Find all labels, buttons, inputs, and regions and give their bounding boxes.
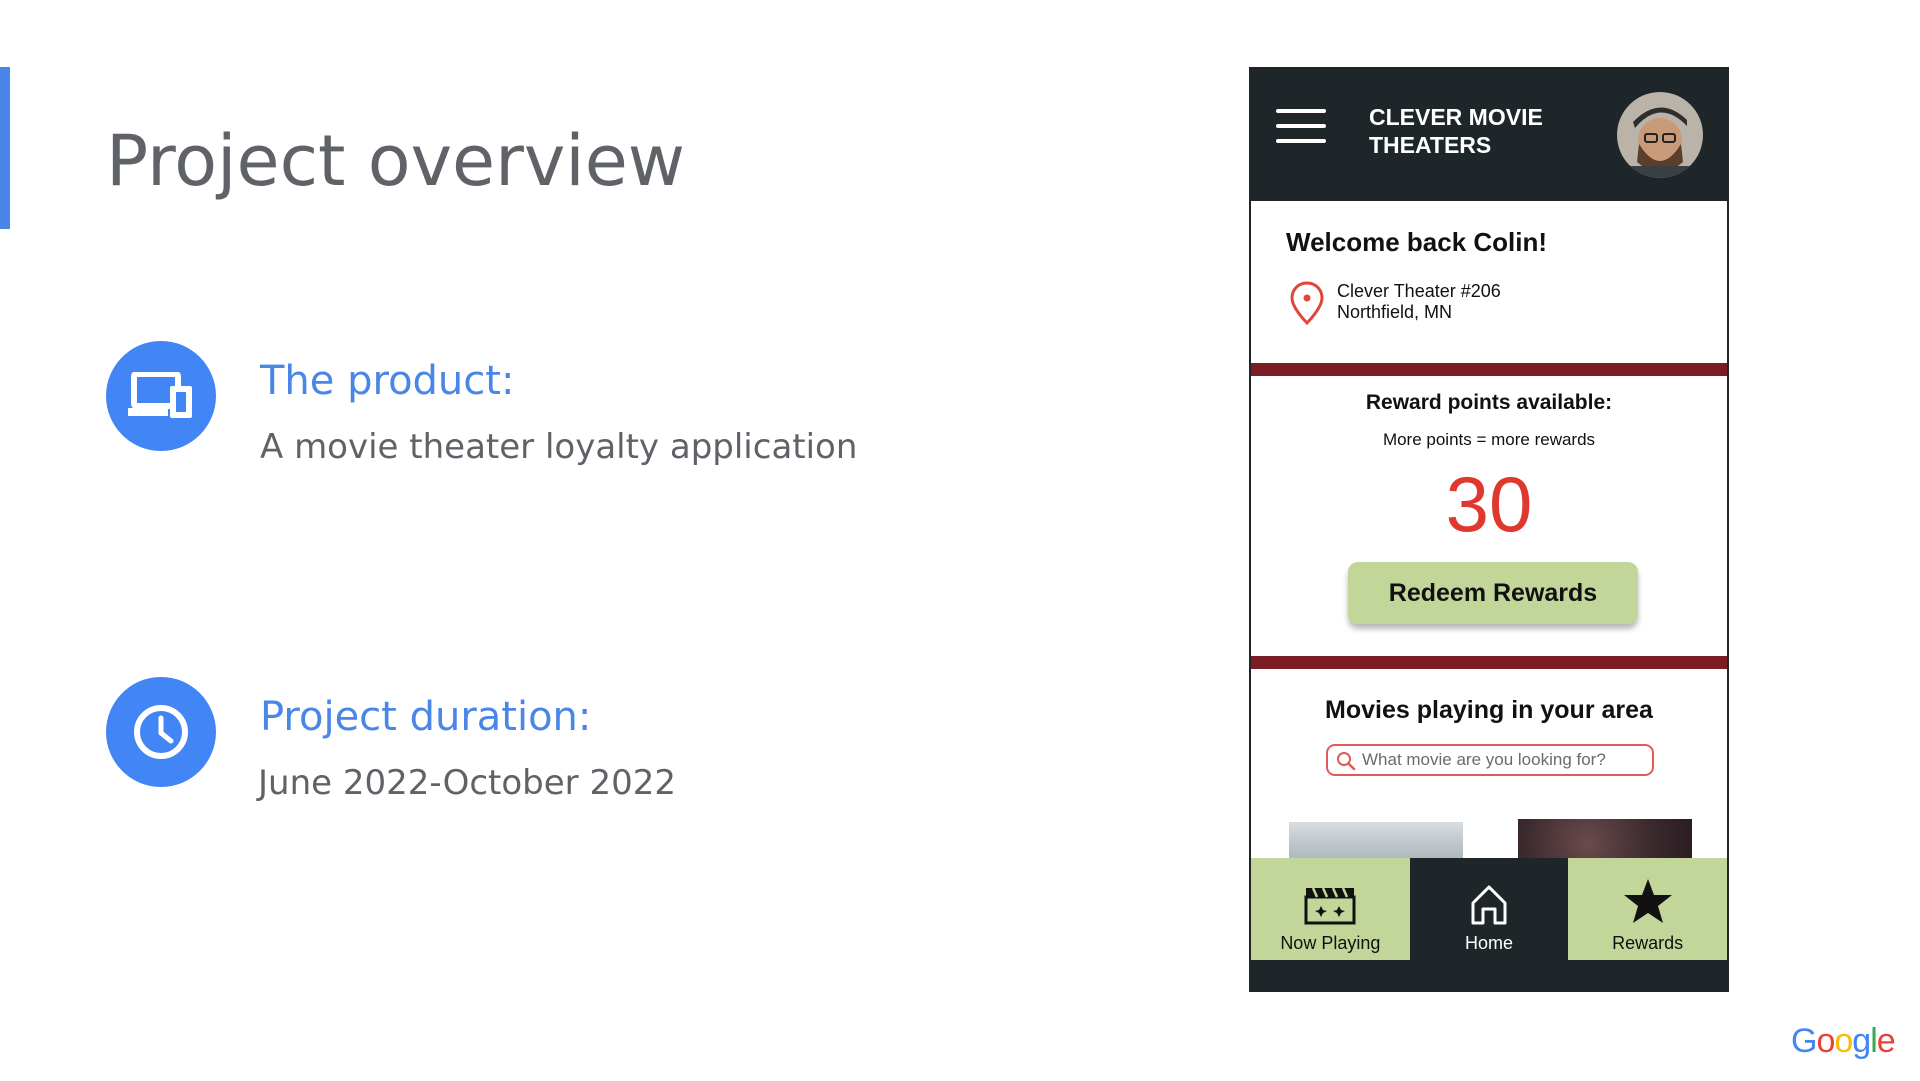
reward-subtitle: More points = more rewards <box>1382 430 1596 449</box>
location-pin-icon <box>1289 280 1325 330</box>
theater-name: Clever Theater #206 <box>1337 281 1501 301</box>
movie-poster[interactable] <box>1518 819 1692 859</box>
app-mockup: CLEVER MOVIE THEATERS Welcome back Colin… <box>1249 67 1729 992</box>
nav-now-playing[interactable]: Now Playing <box>1251 858 1410 960</box>
menu-icon[interactable] <box>1276 109 1326 143</box>
google-logo-letter: o <box>1816 1022 1835 1060</box>
home-icon <box>1471 885 1507 925</box>
section-divider <box>1251 656 1727 669</box>
clock-icon <box>106 677 216 787</box>
duration-description: June 2022-October 2022 <box>258 763 676 803</box>
points-value: 30 <box>1445 460 1533 548</box>
nav-home-label: Home <box>1465 933 1514 953</box>
nav-rewards[interactable]: Rewards <box>1568 858 1727 960</box>
app-footer-bar <box>1251 960 1727 990</box>
nav-rewards-label: Rewards <box>1612 933 1684 953</box>
avatar[interactable] <box>1617 92 1703 178</box>
movie-poster[interactable] <box>1289 822 1463 862</box>
welcome-text: Welcome back Colin! <box>1286 227 1548 257</box>
search-input[interactable] <box>1362 746 1647 774</box>
google-logo-letter: g <box>1852 1022 1871 1060</box>
bottom-nav: Now Playing Home Rewards <box>1251 858 1727 960</box>
duration-label: Project duration: <box>260 694 592 740</box>
devices-icon <box>106 341 216 451</box>
nav-now-playing-label: Now Playing <box>1280 933 1381 953</box>
nav-home[interactable]: Home <box>1409 858 1569 960</box>
app-title: CLEVER MOVIE THEATERS <box>1369 104 1543 158</box>
theater-city: Northfield, MN <box>1337 302 1453 322</box>
title-accent-bar <box>0 67 10 229</box>
star-icon <box>1623 879 1672 923</box>
clapperboard-icon <box>1304 887 1356 925</box>
google-logo: Google <box>1791 1022 1896 1061</box>
google-logo-letter: o <box>1834 1022 1853 1060</box>
search-icon <box>1337 752 1356 771</box>
google-logo-letter: e <box>1876 1022 1896 1060</box>
movie-search[interactable] <box>1326 744 1654 776</box>
slide-title: Project overview <box>106 120 686 202</box>
reward-title: Reward points available: <box>1365 391 1613 414</box>
google-logo-letter: G <box>1791 1022 1817 1060</box>
product-label: The product: <box>260 358 515 404</box>
movies-title: Movies playing in your area <box>1325 696 1653 724</box>
product-description: A movie theater loyalty application <box>260 427 858 467</box>
theater-location: Clever Theater #206 Northfield, MN <box>1337 281 1501 323</box>
redeem-rewards-button[interactable]: Redeem Rewards <box>1348 562 1638 624</box>
app-header: CLEVER MOVIE THEATERS <box>1251 69 1727 201</box>
section-divider <box>1251 363 1727 376</box>
